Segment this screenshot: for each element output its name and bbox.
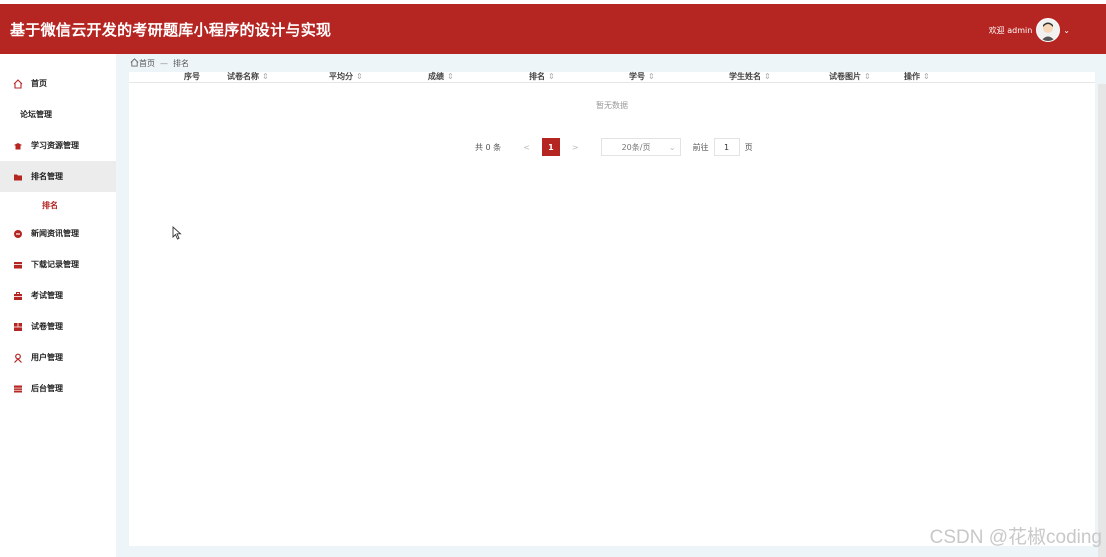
- briefcase-icon: [13, 291, 23, 301]
- breadcrumb-separator: —: [160, 59, 168, 68]
- sidebar-subitem-ranking[interactable]: 排名: [0, 193, 116, 217]
- sort-icon[interactable]: ⇕: [764, 72, 771, 81]
- prev-page-button[interactable]: <: [523, 143, 530, 152]
- hat-icon: [13, 141, 23, 151]
- sort-icon[interactable]: ⇕: [648, 72, 655, 81]
- sort-icon[interactable]: ⇕: [356, 72, 363, 81]
- pagination: 共 0 条 < 1 > 20条/页 ⌄ 前往 页: [475, 137, 753, 157]
- sidebar-item-news[interactable]: 新闻资讯管理: [0, 218, 116, 249]
- sidebar-item-users[interactable]: 用户管理: [0, 342, 116, 373]
- stack-icon: [13, 384, 23, 394]
- page-button-current[interactable]: 1: [541, 138, 560, 156]
- sidebar-item-learning-resources[interactable]: 学习资源管理: [0, 130, 116, 161]
- sidebar-item-backend[interactable]: 后台管理: [0, 373, 116, 404]
- sidebar-item-home[interactable]: 首页: [0, 68, 116, 99]
- top-bar: 基于微信云开发的考研题库小程序的设计与实现 欢迎 admin ⌄: [0, 4, 1106, 54]
- grid-icon: [13, 322, 23, 332]
- circle-icon: [13, 229, 23, 239]
- breadcrumb-current: 排名: [173, 59, 189, 68]
- sort-icon[interactable]: ⇕: [864, 72, 871, 81]
- sidebar-item-forum[interactable]: 论坛管理: [0, 99, 116, 130]
- pagination-total: 共 0 条: [475, 142, 502, 152]
- sort-icon[interactable]: ⇕: [262, 72, 269, 81]
- goto-page-input[interactable]: [713, 138, 740, 156]
- page-size-value: 20条/页: [621, 142, 651, 152]
- user-icon: [13, 353, 23, 363]
- download-icon: [13, 260, 23, 270]
- column-header-average[interactable]: 平均分 ⇕: [329, 71, 363, 82]
- folder-icon: [13, 172, 23, 182]
- home-icon[interactable]: [130, 58, 139, 69]
- sidebar-item-downloads[interactable]: 下载记录管理: [0, 249, 116, 280]
- table-panel: 序号 试卷名称 ⇕ 平均分 ⇕ 成绩 ⇕ 排名 ⇕ 学号 ⇕ 学生姓名 ⇕ 试卷图片 ⇕ 操作…: [129, 72, 1095, 546]
- table-header: 序号 试卷名称 ⇕ 平均分 ⇕ 成绩 ⇕ 排名 ⇕ 学号 ⇕ 学生姓名 ⇕ 试卷图片 ⇕ 操作…: [129, 72, 1095, 83]
- watermark: CSDN @花椒coding: [929, 527, 1102, 548]
- home-icon: [13, 78, 23, 89]
- user-menu[interactable]: 欢迎 admin ⌄: [989, 18, 1070, 42]
- sidebar-item-ranking[interactable]: 排名管理: [0, 161, 116, 192]
- avatar[interactable]: [1036, 18, 1061, 42]
- empty-state-text: 暂无数据: [596, 101, 628, 110]
- column-header-student-name[interactable]: 学生姓名 ⇕: [729, 71, 771, 82]
- goto-label: 前往: [692, 142, 709, 152]
- sort-icon[interactable]: ⇕: [923, 72, 930, 81]
- sidebar-item-papers[interactable]: 试卷管理: [0, 311, 116, 342]
- mouse-cursor-icon: [172, 225, 182, 243]
- column-header-rank[interactable]: 排名 ⇕: [529, 71, 555, 82]
- sort-icon[interactable]: ⇕: [447, 72, 454, 81]
- breadcrumb-home[interactable]: 首页: [139, 58, 155, 69]
- page-unit-label: 页: [744, 142, 753, 152]
- app-title: 基于微信云开发的考研题库小程序的设计与实现: [10, 21, 332, 39]
- scrollbar[interactable]: [1098, 84, 1106, 557]
- column-header-paper-image[interactable]: 试卷图片 ⇕: [829, 71, 871, 82]
- next-page-button[interactable]: >: [572, 143, 579, 152]
- column-header-index: 序号: [184, 72, 200, 81]
- column-header-paper-name[interactable]: 试卷名称 ⇕: [227, 71, 269, 82]
- sidebar: 首页 论坛管理 学习资源管理 排名管理 排名 新闻资讯管理 下载记录管理 考试管…: [0, 60, 116, 557]
- sort-icon[interactable]: ⇕: [548, 72, 555, 81]
- chevron-down-icon[interactable]: ⌄: [1063, 26, 1070, 35]
- chevron-down-icon: ⌄: [668, 142, 676, 152]
- breadcrumb: 首页 — 排名: [130, 58, 189, 69]
- sidebar-item-exams[interactable]: 考试管理: [0, 280, 116, 311]
- column-header-student-id[interactable]: 学号 ⇕: [629, 71, 655, 82]
- page-size-select[interactable]: 20条/页 ⌄: [600, 138, 681, 156]
- column-header-actions[interactable]: 操作 ⇕: [904, 71, 930, 82]
- column-header-score[interactable]: 成绩 ⇕: [428, 71, 454, 82]
- welcome-text: 欢迎 admin: [988, 25, 1033, 35]
